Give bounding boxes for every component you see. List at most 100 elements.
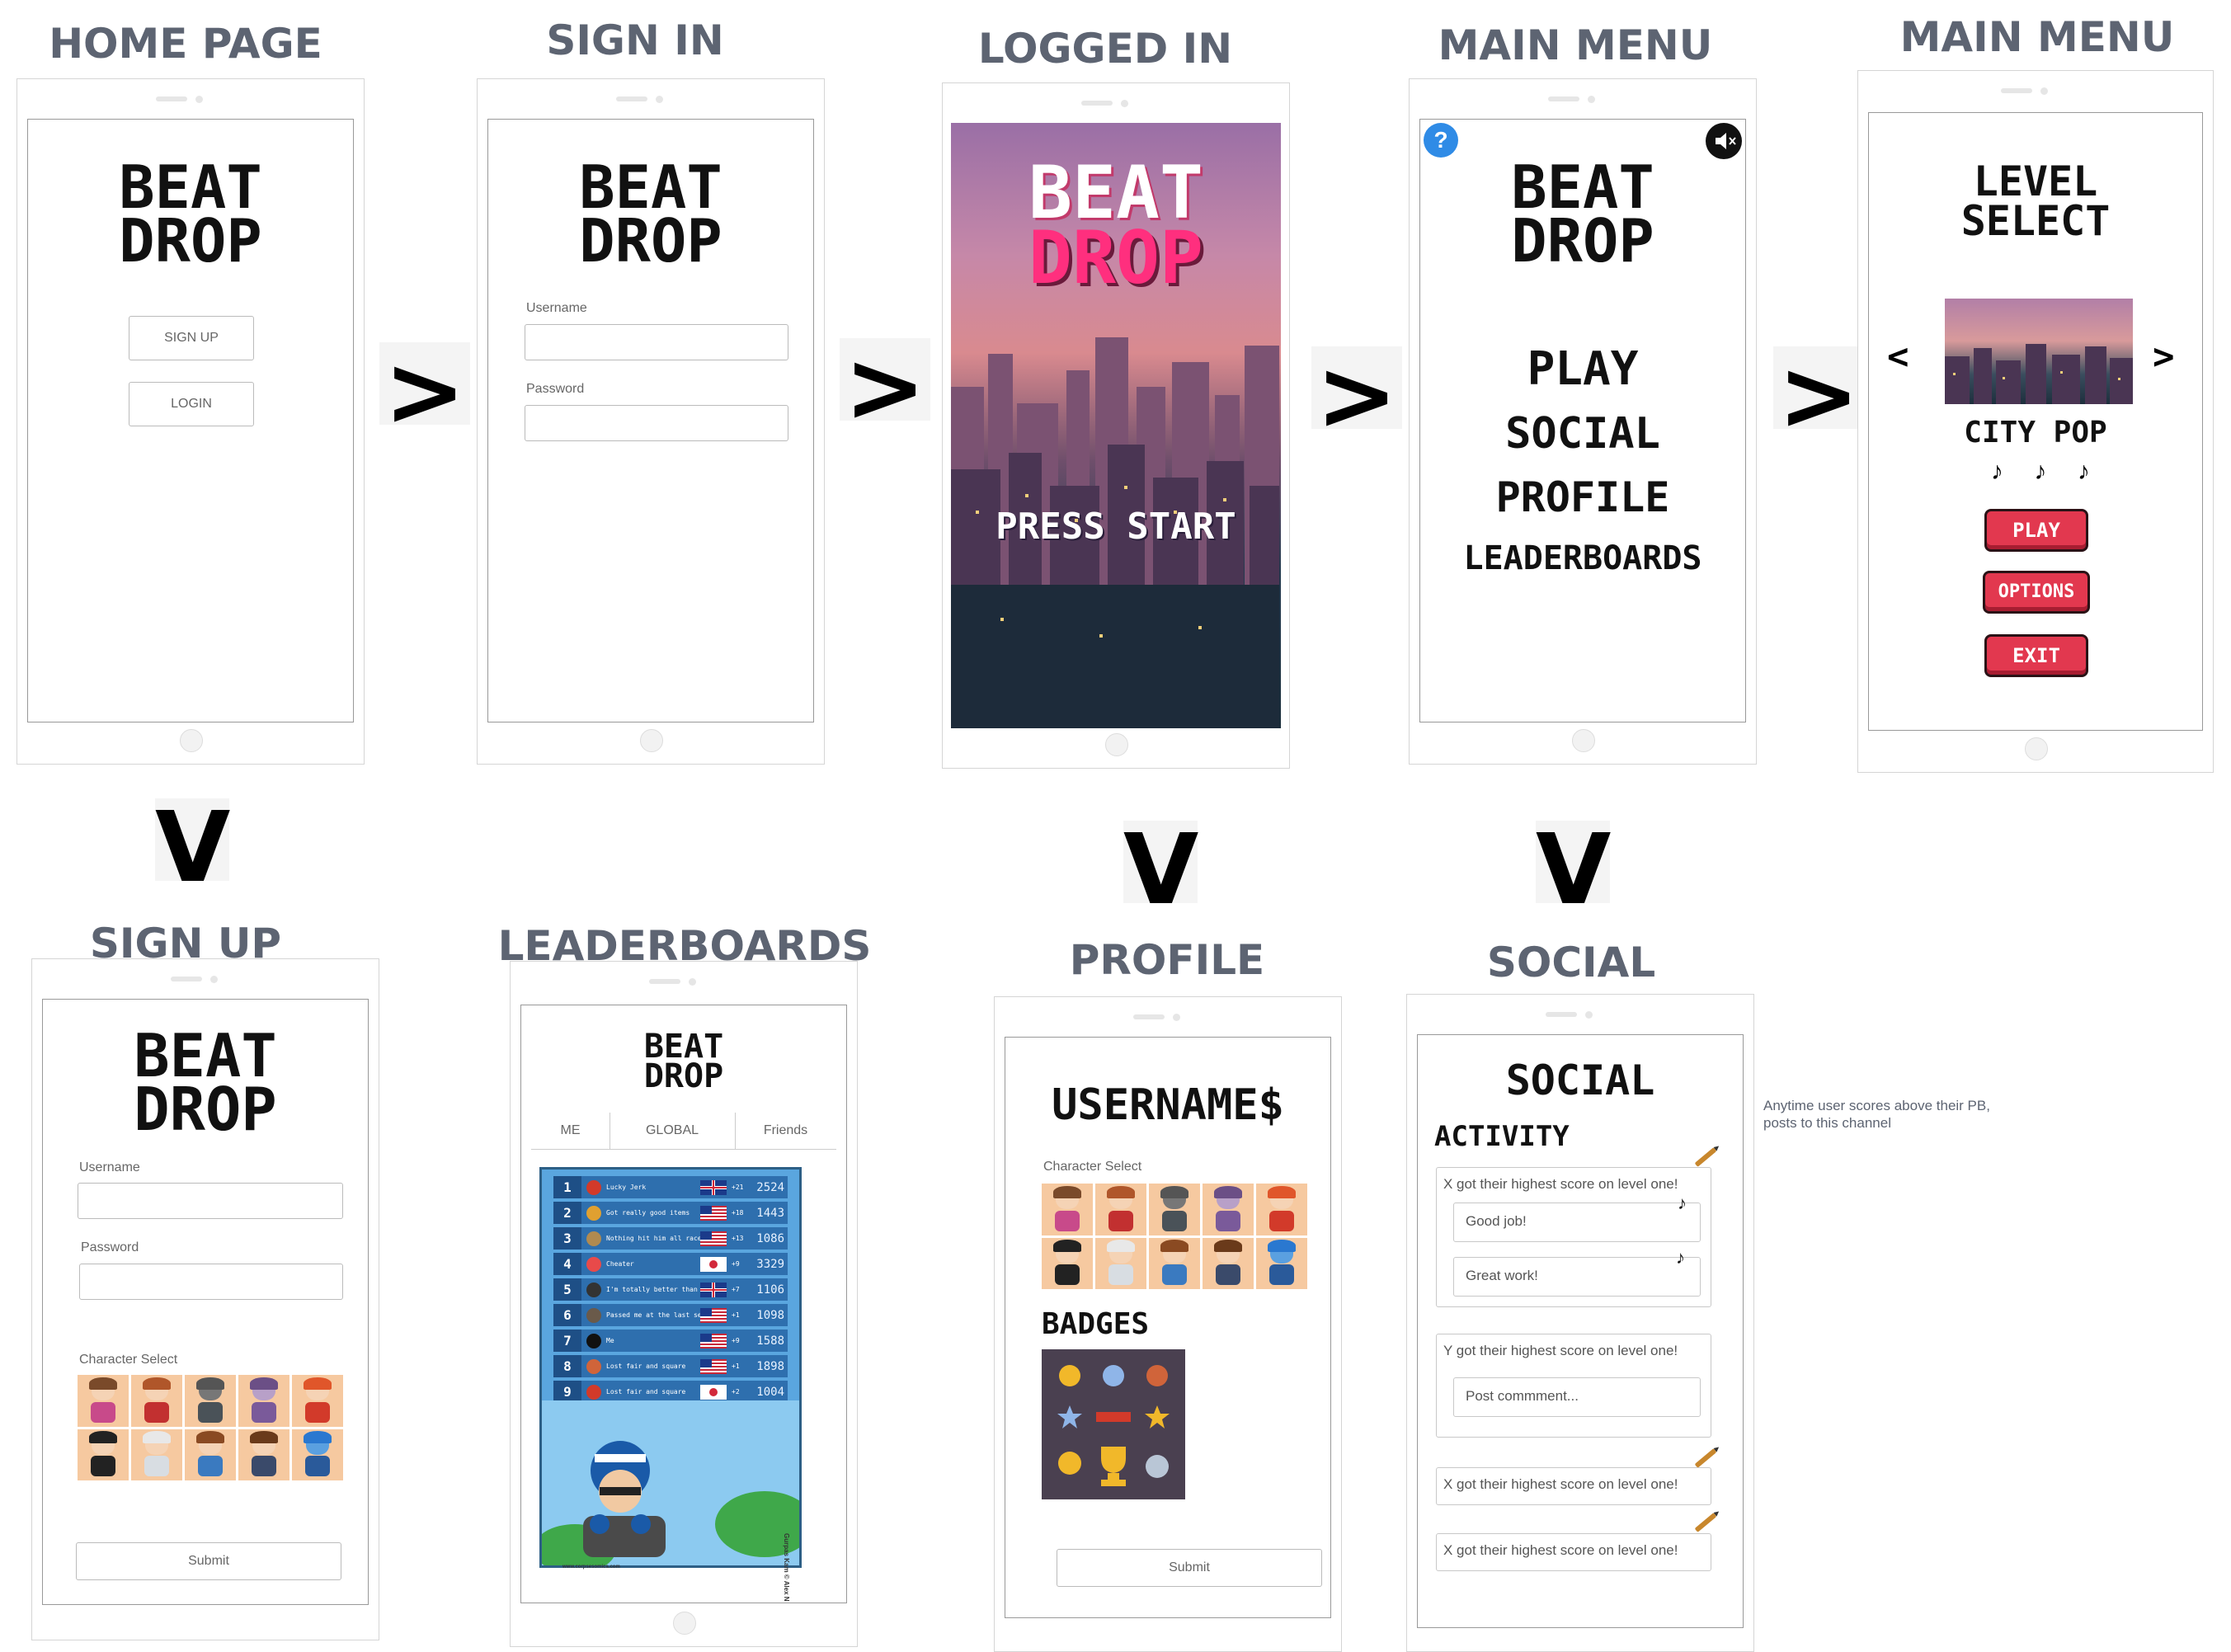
score-delta: +7 xyxy=(732,1286,740,1293)
leaderboard-row: 6 Passed me at the last second +1 1098 xyxy=(553,1304,788,1326)
character-option[interactable] xyxy=(292,1428,343,1480)
flow-arrow-right: > xyxy=(1311,346,1402,444)
menu-profile[interactable]: PROFILE xyxy=(1420,477,1745,518)
leaderboard-row: 1 Lucky Jerk +21 2524 xyxy=(553,1176,788,1198)
player-avatar xyxy=(586,1307,601,1323)
title-screen[interactable]: BEAT DROP PRESS START xyxy=(951,123,1281,728)
beat-drop-logo: BEAT DROP xyxy=(119,153,262,275)
signup-screen: BEAT DROP Username Password Character Se… xyxy=(42,999,369,1605)
exit-button[interactable]: EXIT xyxy=(1984,634,2088,677)
character-option[interactable] xyxy=(1256,1237,1307,1289)
score-delta: +9 xyxy=(732,1260,740,1268)
gb-flag-icon xyxy=(700,1282,727,1297)
prev-level-arrow[interactable]: < xyxy=(1887,336,1909,378)
character-option[interactable] xyxy=(1256,1184,1307,1235)
main-menu-phone: ? BEAT DROP PLAY SOCIAL PROFILE LEADERBO… xyxy=(1409,78,1757,765)
login-button[interactable]: LOGIN xyxy=(129,382,254,426)
player-name: Lost fair and square xyxy=(606,1388,686,1395)
flow-arrow-right: > xyxy=(840,338,930,435)
menu-social[interactable]: SOCIAL xyxy=(1420,412,1745,455)
menu-leaderboards[interactable]: LEADERBOARDS xyxy=(1420,542,1745,575)
character-option[interactable] xyxy=(78,1375,129,1427)
rank: 6 xyxy=(553,1304,581,1326)
character-option[interactable] xyxy=(185,1428,236,1480)
character-option[interactable] xyxy=(78,1428,129,1480)
signin-phone: BEAT DROP Username Password xyxy=(477,78,825,765)
beat-drop-logo: BEAT DROP xyxy=(1028,150,1203,301)
us-flag-icon xyxy=(700,1307,727,1323)
bronze-coin-badge-icon xyxy=(1146,1365,1168,1386)
edit-pencil-icon[interactable] xyxy=(1694,1147,1717,1167)
comment-input[interactable]: Post commment... xyxy=(1453,1377,1701,1417)
player-score: 1588 xyxy=(756,1334,784,1348)
character-option[interactable] xyxy=(1095,1237,1146,1289)
character-option[interactable] xyxy=(185,1375,236,1427)
level-select-heading: LEVEL SELECT xyxy=(1960,158,2111,245)
username-label: Username xyxy=(79,1160,140,1174)
player-name: Nothing hit him all race xyxy=(606,1235,700,1242)
character-option[interactable] xyxy=(238,1428,289,1480)
options-button[interactable]: OPTIONS xyxy=(1983,571,2090,614)
leaderboard-row: 4 Cheater +9 3329 xyxy=(553,1253,788,1275)
reply-comment: Great work! xyxy=(1453,1257,1701,1297)
sign-up-button[interactable]: SIGN UP xyxy=(129,316,254,360)
us-flag-icon xyxy=(700,1231,727,1246)
player-avatar xyxy=(586,1231,601,1246)
character-option[interactable] xyxy=(292,1375,343,1427)
logged-in-title: LOGGED IN xyxy=(977,25,1233,73)
rank: 4 xyxy=(553,1253,581,1275)
tab-global[interactable]: GLOBAL xyxy=(610,1113,736,1149)
beat-drop-logo: BEAT DROP xyxy=(579,153,722,275)
password-input[interactable] xyxy=(525,405,788,441)
submit-button[interactable]: Submit xyxy=(1057,1549,1322,1587)
character-select-label: Character Select xyxy=(79,1353,178,1367)
username-input[interactable] xyxy=(78,1183,343,1219)
password-input[interactable] xyxy=(79,1264,343,1300)
tab-me[interactable]: ME xyxy=(531,1113,610,1149)
rank: 7 xyxy=(553,1330,581,1352)
player-score: 2524 xyxy=(756,1180,784,1194)
ribbon-badge-icon xyxy=(1096,1412,1131,1422)
character-option[interactable] xyxy=(131,1375,182,1427)
leaderboard-row: 7 Me +9 1588 xyxy=(553,1330,788,1352)
edit-pencil-icon[interactable] xyxy=(1694,1513,1717,1532)
player-score: 1086 xyxy=(756,1231,784,1245)
level-thumbnail[interactable] xyxy=(1945,299,2133,404)
leaderboard-panel: 1 Lucky Jerk +21 2524 2 Got really good items… xyxy=(539,1167,802,1568)
profile-title: PROFILE xyxy=(1069,936,1265,984)
mute-icon[interactable] xyxy=(1706,123,1742,159)
character-option[interactable] xyxy=(1042,1237,1093,1289)
character-option[interactable] xyxy=(1203,1237,1254,1289)
character-option[interactable] xyxy=(1042,1184,1093,1235)
player-name: Got really good items xyxy=(606,1209,690,1217)
character-select-label: Character Select xyxy=(1043,1160,1142,1174)
player-avatar xyxy=(586,1256,601,1272)
character-option[interactable] xyxy=(1203,1184,1254,1235)
username-input[interactable] xyxy=(525,324,788,360)
menu-play[interactable]: PLAY xyxy=(1420,346,1745,393)
home-button xyxy=(1105,733,1128,756)
character-option[interactable] xyxy=(131,1428,182,1480)
player-score: 1898 xyxy=(756,1359,784,1373)
press-start-label[interactable]: PRESS START xyxy=(951,509,1281,545)
character-grid xyxy=(78,1375,343,1480)
racer-character-art xyxy=(542,1400,799,1565)
play-button[interactable]: PLAY xyxy=(1984,509,2088,552)
rank: 1 xyxy=(553,1176,581,1198)
character-option[interactable] xyxy=(1095,1184,1146,1235)
home-page-title: HOME PAGE xyxy=(49,20,322,68)
rank: 8 xyxy=(553,1355,581,1377)
next-level-arrow[interactable]: > xyxy=(2153,336,2175,378)
submit-button[interactable]: Submit xyxy=(76,1542,341,1580)
silver-medal-badge-icon xyxy=(1146,1455,1169,1478)
help-icon[interactable]: ? xyxy=(1424,123,1458,158)
character-option[interactable] xyxy=(238,1375,289,1427)
tab-friends[interactable]: Friends xyxy=(735,1113,836,1149)
leaderboard-row: 2 Got really good items +18 1443 xyxy=(553,1202,788,1224)
character-option[interactable] xyxy=(1149,1184,1200,1235)
profile-screen: USERNAME$ Character Select BADGES Submit xyxy=(1005,1037,1331,1618)
character-option[interactable] xyxy=(1149,1237,1200,1289)
score-delta: +13 xyxy=(732,1235,744,1242)
music-note-icon: ♪ xyxy=(2078,458,2090,485)
edit-pencil-icon[interactable] xyxy=(1694,1448,1717,1468)
